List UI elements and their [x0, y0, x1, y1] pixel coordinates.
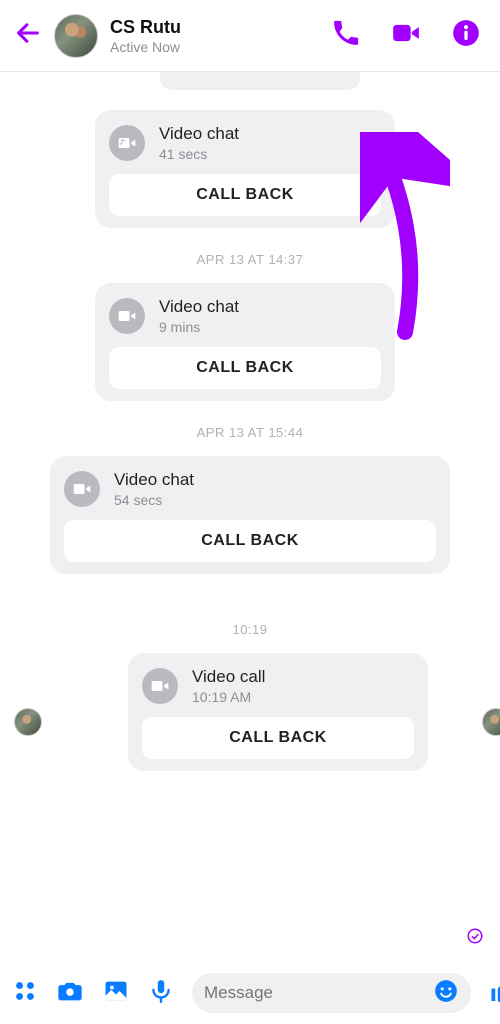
callback-button[interactable]: CALL BACK	[64, 520, 436, 562]
chat-header: CS Rutu Active Now	[0, 0, 500, 72]
sender-avatar[interactable]	[14, 708, 42, 736]
callback-button[interactable]: CALL BACK	[109, 347, 381, 389]
message-input[interactable]	[204, 983, 425, 1003]
call-bubble: Video call 10:19 AM CALL BACK	[128, 653, 428, 771]
call-title: Video call	[192, 667, 265, 687]
emoji-icon[interactable]	[433, 978, 459, 1009]
read-receipt-icon	[466, 927, 484, 950]
info-icon[interactable]	[452, 19, 480, 52]
delivery-avatar	[482, 708, 500, 736]
call-duration: 41 secs	[159, 146, 239, 162]
voice-call-icon[interactable]	[332, 19, 360, 52]
presence-status: Active Now	[110, 39, 332, 55]
outgoing-video-icon	[109, 125, 145, 161]
timestamp: APR 13 AT 15:44	[0, 425, 500, 440]
outgoing-video-icon	[109, 298, 145, 334]
call-bubble: Video chat 54 secs CALL BACK	[50, 456, 450, 574]
callback-button[interactable]: CALL BACK	[109, 174, 381, 216]
like-icon[interactable]	[489, 976, 500, 1011]
call-bubble: Video chat 9 mins CALL BACK	[95, 283, 395, 401]
timestamp: 10:19	[0, 622, 500, 637]
avatar[interactable]	[54, 14, 98, 58]
header-title-block[interactable]: CS Rutu Active Now	[110, 17, 332, 55]
call-bubble: Video chat 41 secs CALL BACK	[95, 110, 395, 228]
gallery-icon[interactable]	[102, 977, 130, 1010]
call-duration: 9 mins	[159, 319, 239, 335]
apps-icon[interactable]	[12, 978, 38, 1009]
back-icon[interactable]	[14, 19, 42, 52]
timestamp: APR 13 AT 14:37	[0, 252, 500, 267]
callback-button[interactable]: CALL BACK	[142, 717, 414, 759]
message-input-wrap[interactable]	[192, 973, 471, 1013]
incoming-video-icon	[64, 471, 100, 507]
composer-bar	[0, 962, 500, 1024]
call-title: Video chat	[159, 297, 239, 317]
camera-icon[interactable]	[56, 977, 84, 1010]
missed-video-icon	[142, 668, 178, 704]
call-duration: 54 secs	[114, 492, 194, 508]
video-call-icon[interactable]	[390, 19, 422, 52]
contact-name: CS Rutu	[110, 17, 332, 38]
call-duration: 10:19 AM	[192, 689, 265, 705]
call-title: Video chat	[159, 124, 239, 144]
chat-scroll[interactable]: Video chat 41 secs CALL BACK APR 13 AT 1…	[0, 72, 500, 952]
call-title: Video chat	[114, 470, 194, 490]
partial-bubble	[160, 72, 360, 90]
mic-icon[interactable]	[148, 978, 174, 1009]
